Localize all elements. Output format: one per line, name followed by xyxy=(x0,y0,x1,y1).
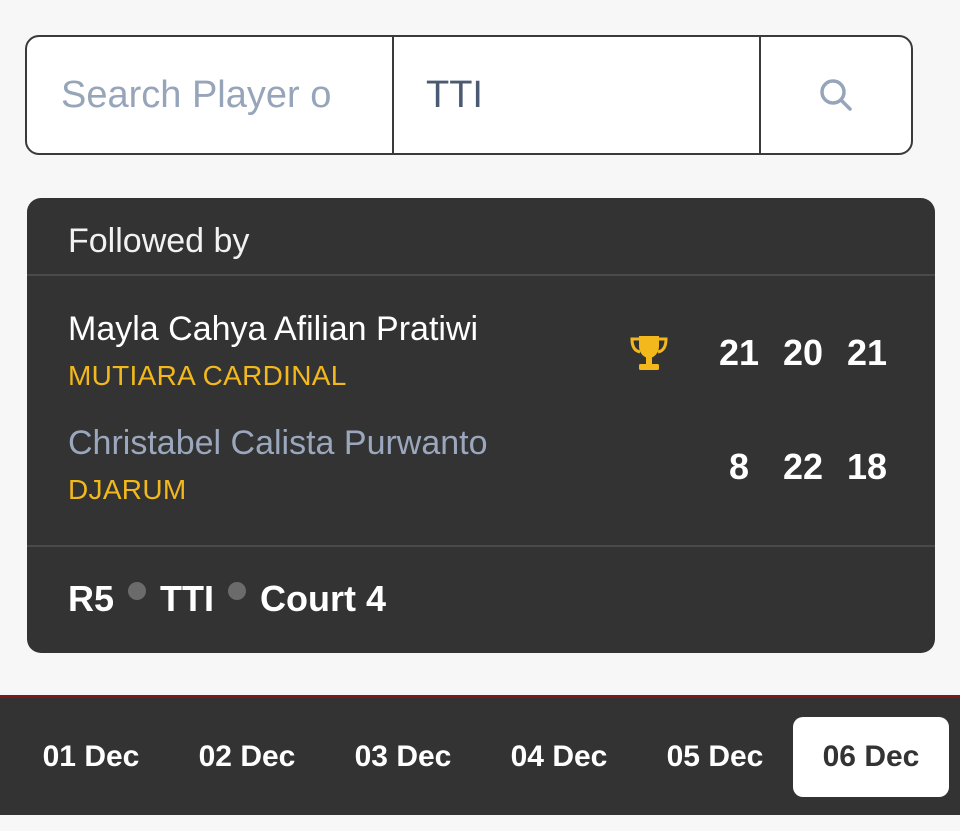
player-name: Christabel Calista Purwanto xyxy=(68,424,488,462)
card-header: Followed by xyxy=(27,198,935,276)
date-tab[interactable]: 04 Dec xyxy=(481,717,637,797)
search-bar xyxy=(25,35,913,155)
date-tab[interactable]: 01 Dec xyxy=(13,717,169,797)
player-row: Mayla Cahya Afilian Pratiwi MUTIARA CARD… xyxy=(68,310,889,410)
date-tab[interactable]: 05 Dec xyxy=(637,717,793,797)
date-tab[interactable]: 02 Dec xyxy=(169,717,325,797)
match-card[interactable]: Followed by Mayla Cahya Afilian Pratiwi … xyxy=(27,198,935,653)
dot-icon xyxy=(228,582,247,600)
date-tab-selected[interactable]: 06 Dec xyxy=(793,716,949,797)
player-scores: 8 22 18 xyxy=(697,446,889,488)
date-tab[interactable]: 03 Dec xyxy=(325,717,481,797)
search-button[interactable] xyxy=(761,37,911,153)
set-score: 8 xyxy=(728,446,750,487)
dot-icon xyxy=(128,582,147,600)
trophy-icon xyxy=(630,336,668,370)
player-scores: 21 20 21 xyxy=(627,332,889,374)
players-section: Mayla Cahya Afilian Pratiwi MUTIARA CARD… xyxy=(27,276,935,547)
player-name: Mayla Cahya Afilian Pratiwi xyxy=(68,310,479,348)
date-tabs: 01 Dec 02 Dec 03 Dec 04 Dec 05 Dec 06 De… xyxy=(0,695,960,815)
search-icon xyxy=(820,79,852,111)
tournament-label: TTI xyxy=(160,578,215,619)
set-score: 21 xyxy=(718,332,760,373)
set-score: 21 xyxy=(846,332,888,373)
player-row: Christabel Calista Purwanto DJARUM 8 22 … xyxy=(68,424,889,524)
set-score: 20 xyxy=(782,332,824,373)
tournament-filter-input[interactable] xyxy=(394,37,761,153)
round-label: R5 xyxy=(68,578,115,619)
search-player-input[interactable] xyxy=(27,37,394,153)
set-score: 18 xyxy=(846,446,888,487)
court-label: Court 4 xyxy=(260,578,387,619)
player-club: DJARUM xyxy=(68,474,187,505)
player-club: MUTIARA CARDINAL xyxy=(68,360,347,391)
match-info: R5 TTI Court 4 xyxy=(27,547,935,651)
set-score: 22 xyxy=(782,446,824,487)
